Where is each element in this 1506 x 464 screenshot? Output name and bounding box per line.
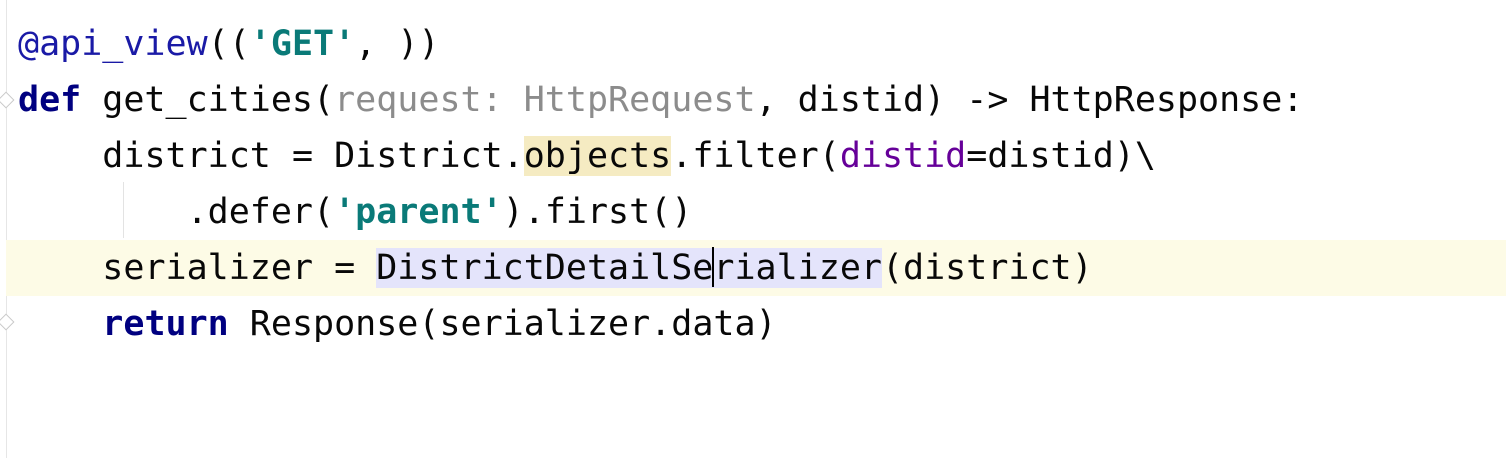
symbol-part: DistrictDetailSe: [376, 248, 714, 288]
code-line-1[interactable]: @api_view(('GET', )): [0, 16, 1506, 72]
string-token: 'GET': [249, 24, 356, 64]
code-line-3[interactable]: district = District.objects.filter(disti…: [0, 128, 1506, 184]
parameter-hint-token: request: HttpRequest: [334, 80, 756, 120]
keyword-token: return: [102, 304, 229, 344]
code-line-2[interactable]: def get_cities(request: HttpRequest, dis…: [0, 72, 1506, 128]
code-token: ).first(): [502, 192, 693, 232]
function-name-token: get_cities(: [81, 80, 335, 120]
named-argument-token: distid: [839, 136, 967, 176]
code-token: .filter(: [671, 136, 840, 176]
code-token: , )): [355, 24, 440, 64]
decorator-token: @api_view: [18, 24, 208, 64]
code-token: , distid) -> HttpResponse:: [755, 80, 1304, 120]
code-token: =distid)\: [966, 136, 1156, 176]
code-token: serializer =: [102, 248, 377, 288]
symbol-highlight-token: DistrictDetailSerializer: [376, 247, 882, 288]
code-editor[interactable]: @api_view(('GET', )) def get_cities(requ…: [0, 0, 1506, 458]
code-token: (district): [881, 248, 1093, 288]
symbol-part: rializer: [713, 248, 882, 288]
code-token: district = District.: [102, 136, 524, 176]
code-line-4[interactable]: .defer('parent').first(): [0, 184, 1506, 240]
keyword-token: def: [18, 80, 82, 120]
code-line-6[interactable]: return Response(serializer.data): [0, 296, 1506, 352]
string-token: 'parent': [334, 192, 503, 232]
code-line-5-current[interactable]: serializer = DistrictDetailSerializer(di…: [6, 240, 1506, 296]
usage-highlight-token: objects: [523, 136, 672, 176]
code-token: .defer(: [186, 192, 335, 232]
code-token: Response(serializer.data): [228, 304, 777, 344]
code-token: ((: [207, 24, 250, 64]
